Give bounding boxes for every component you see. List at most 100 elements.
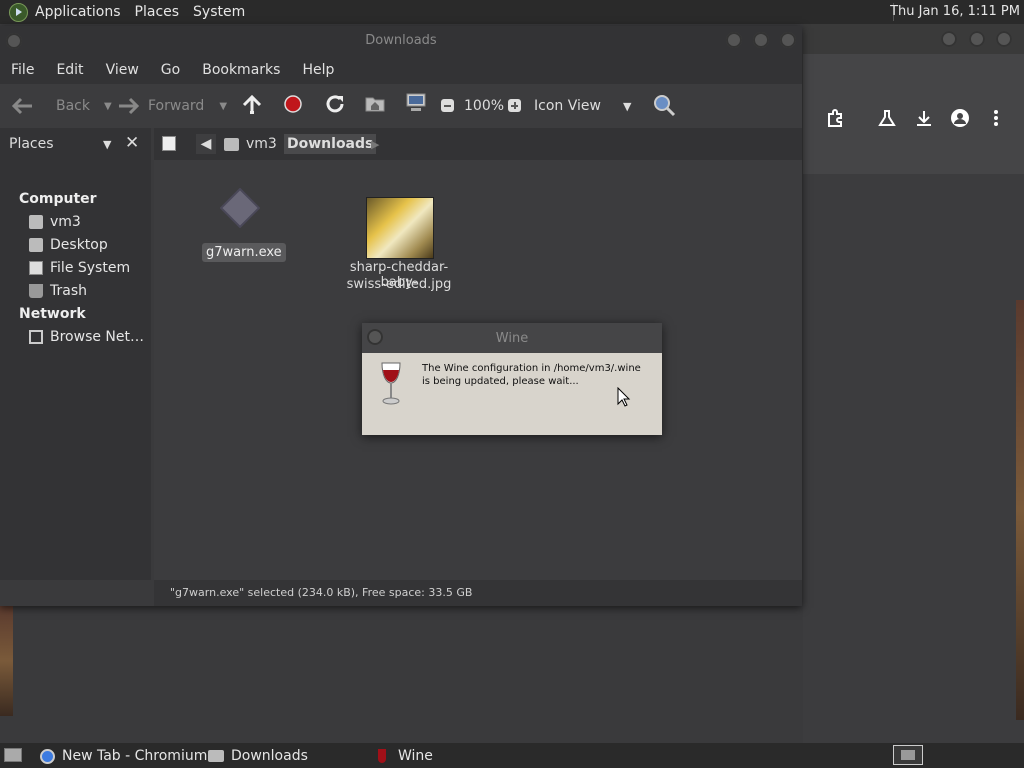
sidebar-item-browse-network[interactable]: Browse Net…	[29, 327, 144, 347]
up-arrow-icon[interactable]	[241, 94, 263, 116]
chevron-down-icon: ▼	[622, 99, 632, 113]
extensions-icon[interactable]	[825, 108, 845, 128]
sidebar-item-trash[interactable]: Trash	[29, 281, 87, 301]
chevron-down-icon[interactable]: ▼	[103, 138, 111, 151]
profile-icon[interactable]	[950, 108, 970, 128]
close-icon[interactable]	[780, 32, 796, 48]
sidebar-header: Places ▼ ✕	[4, 132, 147, 156]
download-icon[interactable]	[914, 108, 934, 128]
task-wine[interactable]: Wine	[372, 746, 439, 766]
stop-icon[interactable]	[283, 94, 303, 114]
zoom-in-icon[interactable]	[508, 99, 521, 112]
status-bar: "g7warn.exe" selected (234.0 kB), Free s…	[154, 580, 802, 606]
menu-go[interactable]: Go	[150, 62, 191, 78]
chromium-toolbar	[803, 54, 1024, 174]
window-title: Downloads	[365, 33, 437, 48]
menu-view[interactable]: View	[95, 62, 150, 78]
applications-menu[interactable]: Applications	[28, 4, 128, 20]
crumb-label: vm3	[246, 136, 277, 152]
workspace-thumbnail-icon	[901, 750, 915, 760]
status-text: "g7warn.exe" selected (234.0 kB), Free s…	[170, 586, 473, 599]
clock[interactable]: Thu Jan 16, 1:11 PM	[890, 4, 1020, 19]
dialog-title: Wine	[495, 331, 529, 346]
sidebar-type-select[interactable]: Places	[9, 136, 54, 152]
top-panel: Applications Places System Thu Jan 16, 1…	[0, 0, 1024, 24]
sidebar-item-label: Trash	[50, 283, 87, 299]
close-icon[interactable]	[996, 31, 1012, 47]
sidebar-item-label: Browse Net…	[50, 329, 145, 345]
sidebar-item-label: vm3	[50, 214, 81, 230]
toolbar: Back ▼ Forward ▼ 100% Icon View ▼	[0, 84, 802, 128]
labs-flask-icon[interactable]	[877, 108, 897, 128]
wallpaper-strip-right	[1016, 300, 1024, 720]
drive-icon	[29, 261, 43, 275]
maximize-icon[interactable]	[753, 32, 769, 48]
reload-icon[interactable]	[324, 93, 346, 115]
image-thumbnail	[366, 197, 434, 259]
location-bar: ◀ vm3 Downloads ▶	[154, 128, 802, 160]
crumb-label: Downloads	[287, 136, 374, 152]
show-desktop-icon[interactable]	[4, 748, 22, 762]
home-folder-icon[interactable]	[365, 94, 385, 112]
file-label-line2: swiss-edited.jpg	[346, 277, 452, 292]
sidebar-item-label: File System	[50, 260, 131, 276]
menu-help[interactable]: Help	[291, 62, 345, 78]
back-history-chevron-icon[interactable]: ▼	[104, 101, 112, 112]
wallpaper-strip-left	[0, 606, 13, 716]
sidebar-section-network: Network	[19, 306, 86, 322]
zoom-level[interactable]: 100%	[464, 84, 504, 128]
home-folder-icon	[224, 137, 239, 151]
dialog-titlebar[interactable]: Wine	[362, 323, 662, 353]
folder-icon	[208, 750, 224, 762]
desktop-folder-icon	[29, 238, 43, 252]
wine-glass-icon	[378, 749, 386, 763]
task-label: Downloads	[231, 748, 308, 764]
menu-bookmarks[interactable]: Bookmarks	[191, 62, 291, 78]
chromium-window[interactable]	[803, 24, 1024, 744]
minimize-icon[interactable]	[941, 31, 957, 47]
view-mode-value: Icon View	[534, 98, 601, 114]
crumb-downloads[interactable]: Downloads	[284, 134, 377, 154]
minimize-icon[interactable]	[726, 32, 742, 48]
task-label: Wine	[398, 748, 433, 764]
zoom-out-icon[interactable]	[441, 99, 454, 112]
menu-file[interactable]: File	[0, 62, 45, 78]
forward-history-chevron-icon[interactable]: ▼	[219, 101, 227, 112]
crumb-vm3[interactable]: vm3	[224, 134, 277, 154]
task-downloads[interactable]: Downloads	[202, 746, 314, 766]
crumb-right-arrow-icon[interactable]: ▶	[371, 134, 379, 154]
distro-logo-icon[interactable]	[9, 2, 28, 22]
mouse-cursor-icon	[617, 387, 631, 407]
more-menu-icon[interactable]	[986, 108, 1006, 128]
sidebar: Places ▼ ✕ Computer vm3 Desktop File Sys…	[0, 128, 151, 580]
wine-dialog[interactable]: Wine The Wine configuration in /home/vm3…	[362, 323, 662, 435]
system-menu[interactable]: System	[186, 4, 252, 20]
chromium-icon	[40, 748, 55, 764]
file-manager-window[interactable]: Downloads File Edit View Go Bookmarks He…	[0, 26, 802, 606]
close-sidebar-icon[interactable]: ✕	[125, 133, 139, 153]
forward-label: Forward	[148, 98, 205, 114]
back-label: Back	[56, 98, 90, 114]
back-arrow-icon	[12, 97, 32, 115]
task-label: New Tab - Chromium	[62, 748, 208, 764]
menu-edit[interactable]: Edit	[45, 62, 94, 78]
home-folder-icon	[29, 215, 43, 229]
task-chromium[interactable]: New Tab - Chromium	[34, 746, 213, 766]
sidebar-item-file-system[interactable]: File System	[29, 258, 130, 278]
view-mode-select[interactable]: Icon View ▼	[534, 84, 631, 128]
sidebar-item-desktop[interactable]: Desktop	[29, 235, 108, 255]
search-icon[interactable]	[652, 93, 676, 117]
dialog-message: The Wine configuration in /home/vm3/.win…	[422, 363, 641, 387]
crumb-left-arrow-icon[interactable]: ◀	[196, 134, 216, 154]
computer-icon[interactable]	[405, 93, 427, 113]
sidebar-item-vm3[interactable]: vm3	[29, 212, 81, 232]
workspace-switcher[interactable]	[893, 745, 923, 765]
back-button[interactable]: Back ▼	[12, 84, 112, 128]
forward-arrow-icon	[119, 97, 139, 115]
edit-location-icon[interactable]	[162, 136, 176, 151]
maximize-icon[interactable]	[969, 31, 985, 47]
places-menu[interactable]: Places	[128, 4, 187, 20]
forward-button[interactable]: Forward ▼	[115, 84, 227, 128]
window-titlebar[interactable]: Downloads	[0, 26, 802, 56]
chromium-titlebar[interactable]	[803, 24, 1024, 54]
